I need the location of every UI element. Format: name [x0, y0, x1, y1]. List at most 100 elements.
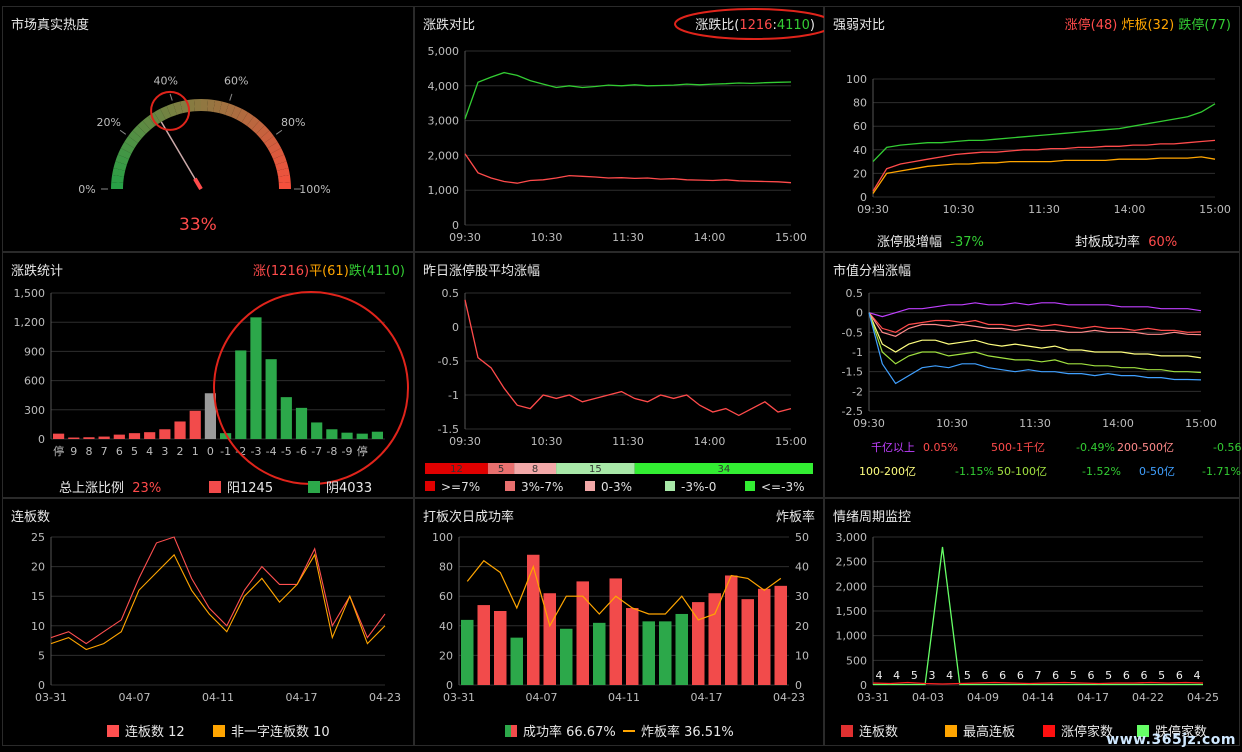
gauge-arc-segment — [276, 167, 290, 177]
legend-value: -0.56% — [1213, 441, 1242, 454]
y-tick-label: 4,000 — [428, 80, 460, 93]
series-line — [872, 156, 1216, 194]
gauge-tick-label: 40% — [154, 75, 178, 88]
gauge-arc-segment — [270, 148, 285, 160]
legend-swatch — [585, 481, 595, 491]
count-label: 5 — [1158, 669, 1165, 682]
total-up-ratio: 总上涨比例 23% — [59, 481, 162, 496]
bar — [593, 622, 606, 685]
gauge-tick — [275, 129, 283, 135]
gauge-arc-segment — [112, 167, 126, 177]
y-tick-label: 2,500 — [836, 556, 868, 569]
bar — [510, 637, 523, 685]
y-tick-label: 3,000 — [836, 531, 868, 544]
gauge-tick-label: 80% — [281, 116, 305, 129]
y-tick-label: 60 — [853, 120, 867, 133]
gauge-value: 33% — [179, 215, 217, 235]
gauge-arc-segment — [117, 148, 132, 160]
band-label: 5 — [498, 464, 504, 475]
x-tick-label: 15:00 — [775, 435, 807, 448]
x-tick-label: 11:30 — [1019, 417, 1051, 430]
x-tick-label: 03-31 — [857, 691, 889, 704]
rise-fall-line-chart: 01,0002,0003,0004,0005,00009:30 10:30 11:3… — [428, 45, 807, 244]
band-label: 12 — [450, 464, 463, 475]
legend-value: -0.49% — [1076, 441, 1115, 454]
gauge-arc-segment — [115, 154, 129, 165]
gauge-arc-segment — [124, 136, 138, 149]
bar — [675, 613, 688, 685]
series-line — [868, 312, 1202, 374]
count-label: 4 — [893, 669, 900, 682]
y-tick-label: -1 — [852, 346, 863, 359]
x-tick-label: 04-09 — [967, 691, 999, 704]
gauge-arc-segment — [142, 116, 156, 130]
gauge-tick — [169, 93, 173, 101]
x-tick-label: 11:30 — [612, 435, 644, 448]
count-label: 7 — [1035, 669, 1042, 682]
series-line — [872, 103, 1216, 163]
gauge-arc-segment — [225, 103, 236, 117]
band-label: 8 — [532, 464, 538, 475]
gauge-tick-label: 100% — [299, 183, 330, 196]
y-tick-label: 500 — [846, 654, 867, 667]
count-label: 6 — [1123, 669, 1130, 682]
count-label: 4 — [876, 669, 883, 682]
y-tick-label: 2,000 — [836, 580, 868, 593]
legend-broken-rate: 炸板率 36.51% — [623, 721, 734, 740]
bar — [543, 593, 556, 685]
gauge-arc-segment — [219, 101, 229, 115]
x-tick-label: 11:30 — [612, 231, 644, 244]
gauge-arc-segment — [241, 112, 254, 126]
legend-swatch — [665, 481, 675, 491]
count-label: 4 — [946, 669, 953, 682]
panel-consecutive: 连板数 0 5 10 15 20 25 03-31 04-07 04-11 04-17 04-23 … — [2, 498, 414, 746]
gauge-arc-segment — [173, 101, 183, 115]
series-line — [50, 553, 386, 651]
y-tick-label: 5 — [38, 649, 45, 662]
x-tick-label: 11:30 — [1028, 203, 1060, 216]
series-line — [872, 139, 1216, 192]
legend-success-rate: 成功率 66.67% — [505, 721, 616, 740]
panel-next-day: 打板次日成功率 炸板率 0 20 40 60 80 100 0 10 20 30 40 50 03-31… — [414, 498, 824, 746]
gauge-arc-segment — [111, 174, 124, 183]
legend-value: -1.52% — [1082, 465, 1121, 478]
y2-tick-label: 40 — [795, 561, 809, 574]
x-tick-label: 10:30 — [531, 231, 563, 244]
y-tick-label: 10 — [31, 620, 45, 633]
gauge-arc-segment — [132, 125, 146, 139]
gauge-arc-segment — [236, 108, 249, 123]
gauge-arc-segment — [137, 120, 151, 134]
x-tick-label: 04-17 — [1077, 691, 1109, 704]
legend-label: <=-3% — [761, 480, 804, 494]
gauge-arc-segment — [128, 130, 142, 144]
y2-tick-label: 20 — [795, 620, 809, 633]
gauge-tick — [119, 129, 127, 135]
x-tick-label: 04-22 — [1132, 691, 1164, 704]
bar — [758, 588, 771, 685]
x-tick-label: 04-23 — [369, 691, 401, 704]
cycle-line-chart: 05001,0001,5002,0002,5003,00003-31 04-03 0… — [836, 531, 1219, 704]
legend-name: 200-500亿 — [1117, 441, 1174, 454]
bar — [708, 593, 721, 685]
market-cap-line-chart: -2.5-2-1.5-1-0.500.509:30 10:30 11:30 14:00… — [842, 287, 1242, 478]
bar — [659, 621, 672, 685]
y-tick-label: 60 — [439, 590, 453, 603]
legend-label: -3%-0 — [681, 480, 716, 494]
gauge-arc-segment — [273, 154, 287, 165]
legend-label: 3%-7% — [521, 480, 563, 494]
y-tick-label: 20 — [31, 561, 45, 574]
y2-tick-label: 30 — [795, 590, 809, 603]
count-label: 6 — [999, 669, 1006, 682]
legend-highest: 最高连板 — [945, 721, 1015, 740]
y-tick-label: 1,500 — [836, 605, 868, 618]
bar — [741, 599, 754, 685]
count-label: 5 — [911, 669, 918, 682]
gauge-needle-hub — [193, 177, 203, 191]
legend-consecutive: 连板数 12 — [107, 721, 185, 740]
x-tick-label: 04-11 — [608, 691, 640, 704]
bar — [494, 611, 507, 685]
band-label: 34 — [717, 464, 730, 475]
series-line — [868, 302, 1202, 318]
count-label: 6 — [1141, 669, 1148, 682]
panel-distribution: 涨跌统计 涨(1216)平(61)跌(4110) 0 300 600 900 1,200… — [2, 252, 414, 498]
